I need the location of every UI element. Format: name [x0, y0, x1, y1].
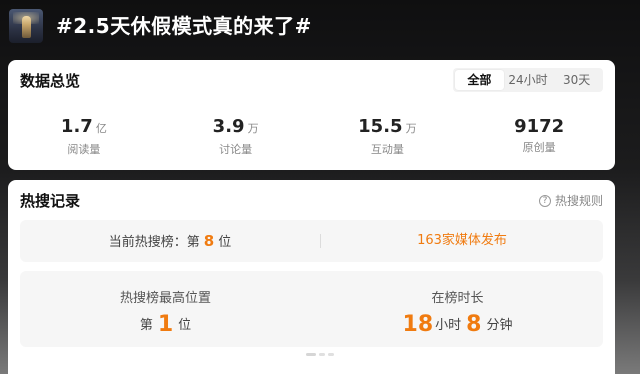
stat-discussions-label: 讨论量	[219, 143, 253, 156]
highest-rank-suffix: 位	[178, 318, 192, 333]
stat-reads-unit: 亿	[95, 122, 107, 135]
highest-rank-label: 热搜榜最高位置	[119, 291, 211, 306]
stat-interactions-value: 15.5	[358, 116, 403, 137]
topic-thumbnail[interactable]	[9, 9, 43, 43]
stat-discussions-unit: 万	[247, 122, 259, 135]
stat-interactions-value-wrap: 15.5 万	[312, 116, 464, 140]
duration-minutes: 8	[466, 312, 482, 337]
stat-interactions-label: 互动量	[370, 143, 404, 156]
stat-interactions-unit: 万	[405, 122, 417, 135]
time-range-tabs: 全部 24小时 30天	[453, 68, 603, 92]
current-rank-prefix: 当前热搜榜：第	[108, 235, 200, 250]
time-on-list-label: 在榜时长	[431, 291, 484, 306]
stat-reads-value-wrap: 1.7 亿	[8, 116, 160, 140]
rules-label: 热搜规则	[554, 194, 603, 208]
current-rank: 当前热搜榜：第 8 位	[20, 220, 320, 262]
tab-all[interactable]: 全部	[455, 70, 504, 90]
stat-reads-label: 阅读量	[67, 143, 101, 156]
topic-title: #2.5天休假模式真的来了#	[56, 14, 312, 38]
current-rank-value: 8	[203, 232, 215, 250]
thumbnail-figure	[22, 16, 31, 38]
overview-card: 数据总览 全部 24小时 30天 1.7 亿 阅读量 3.9 万 讨论量 15.5 万…	[8, 60, 615, 170]
stat-originals-label: 原创量	[522, 141, 556, 154]
pager-dot	[328, 353, 334, 356]
highest-rank-value: 1	[157, 312, 174, 337]
pager-dots	[306, 353, 334, 356]
stat-originals: 9172 原创量	[463, 116, 615, 157]
hot-search-title: 热搜记录	[20, 192, 81, 210]
stat-discussions: 3.9 万 讨论量	[160, 116, 312, 157]
stat-reads: 1.7 亿 阅读量	[8, 116, 160, 157]
current-rank-suffix: 位	[218, 235, 232, 250]
stat-originals-value: 9172	[514, 116, 565, 137]
stat-originals-value-wrap: 9172	[463, 116, 615, 138]
overview-title: 数据总览	[20, 72, 81, 90]
time-on-list-value-row: 18 小时 8 分钟	[312, 312, 603, 337]
highest-rank-value-row: 第1位	[20, 312, 311, 337]
stat-reads-value: 1.7	[60, 116, 93, 137]
highest-rank: 热搜榜最高位置 第1位	[20, 271, 311, 347]
pager-dot-active	[306, 353, 316, 356]
duration-hours: 18	[402, 312, 434, 337]
pager-dot	[319, 353, 325, 356]
time-on-list: 在榜时长 18 小时 8 分钟	[312, 271, 603, 347]
hot-search-card: 热搜记录 ? 热搜规则 当前热搜榜：第 8 位 163家媒体发布 热搜榜最高位置 第…	[8, 180, 615, 374]
stat-discussions-value-wrap: 3.9 万	[160, 116, 312, 140]
highest-rank-prefix: 第	[139, 318, 153, 333]
hot-search-rules-link[interactable]: ? 热搜规则	[538, 192, 603, 209]
media-count-link[interactable]: 163家媒体发布	[321, 220, 603, 262]
stat-interactions: 15.5 万 互动量	[312, 116, 464, 157]
question-icon: ?	[538, 194, 551, 207]
rank-stats-panel: 热搜榜最高位置 第1位 在榜时长 18 小时 8 分钟	[20, 271, 603, 347]
current-rank-panel: 当前热搜榜：第 8 位 163家媒体发布	[20, 220, 603, 262]
stats-row: 1.7 亿 阅读量 3.9 万 讨论量 15.5 万 互动量 9172 原创量	[8, 116, 615, 157]
topic-header: #2.5天休假模式真的来了#	[0, 0, 640, 58]
tab-24h[interactable]: 24小时	[504, 70, 553, 90]
stat-discussions-value: 3.9	[212, 116, 245, 137]
tab-30d[interactable]: 30天	[552, 70, 601, 90]
duration-hours-unit: 小时	[435, 318, 462, 333]
duration-minutes-unit: 分钟	[486, 318, 513, 333]
